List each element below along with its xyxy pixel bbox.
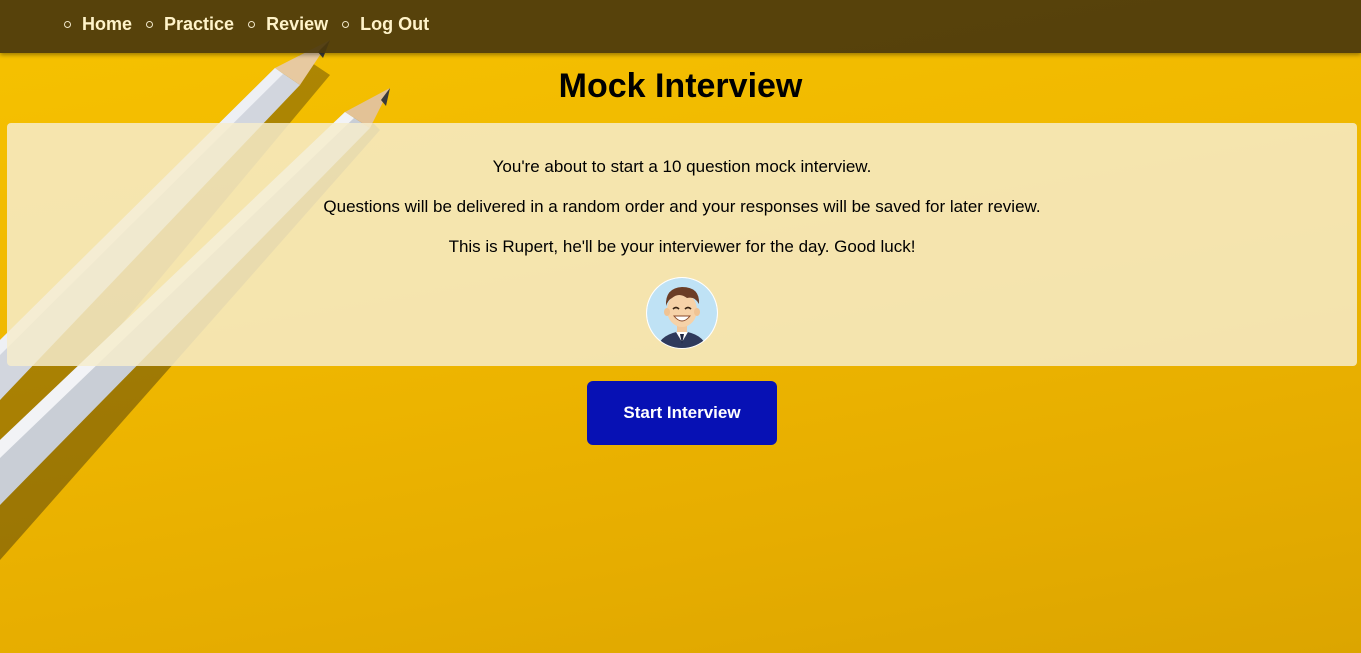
nav-item-home: Home: [64, 14, 132, 35]
page-title: Mock Interview: [558, 67, 803, 105]
bullet-icon: [248, 21, 256, 28]
intro-line-interviewer: This is Rupert, he'll be your interviewe…: [448, 237, 916, 256]
start-interview-button[interactable]: Start Interview: [587, 381, 777, 445]
nav-item-review: Review: [248, 14, 328, 35]
nav-link-practice[interactable]: Practice: [164, 14, 234, 35]
nav-list: Home Practice Review Log Out: [64, 14, 443, 35]
intro-panel: You're about to start a 10 question mock…: [7, 123, 1357, 366]
bullet-icon: [64, 21, 71, 28]
intro-line-question-count: You're about to start a 10 question mock…: [492, 157, 872, 176]
intro-line-random-order: Questions will be delivered in a random …: [323, 197, 1041, 216]
interviewer-avatar-icon: [646, 277, 718, 349]
nav-item-practice: Practice: [146, 14, 234, 35]
nav-link-home[interactable]: Home: [82, 14, 132, 35]
nav-link-review[interactable]: Review: [266, 14, 328, 35]
nav-link-logout[interactable]: Log Out: [360, 14, 429, 35]
bullet-icon: [342, 21, 350, 28]
top-navbar: Home Practice Review Log Out: [0, 0, 1361, 53]
bullet-icon: [146, 21, 154, 28]
nav-item-logout: Log Out: [342, 14, 429, 35]
